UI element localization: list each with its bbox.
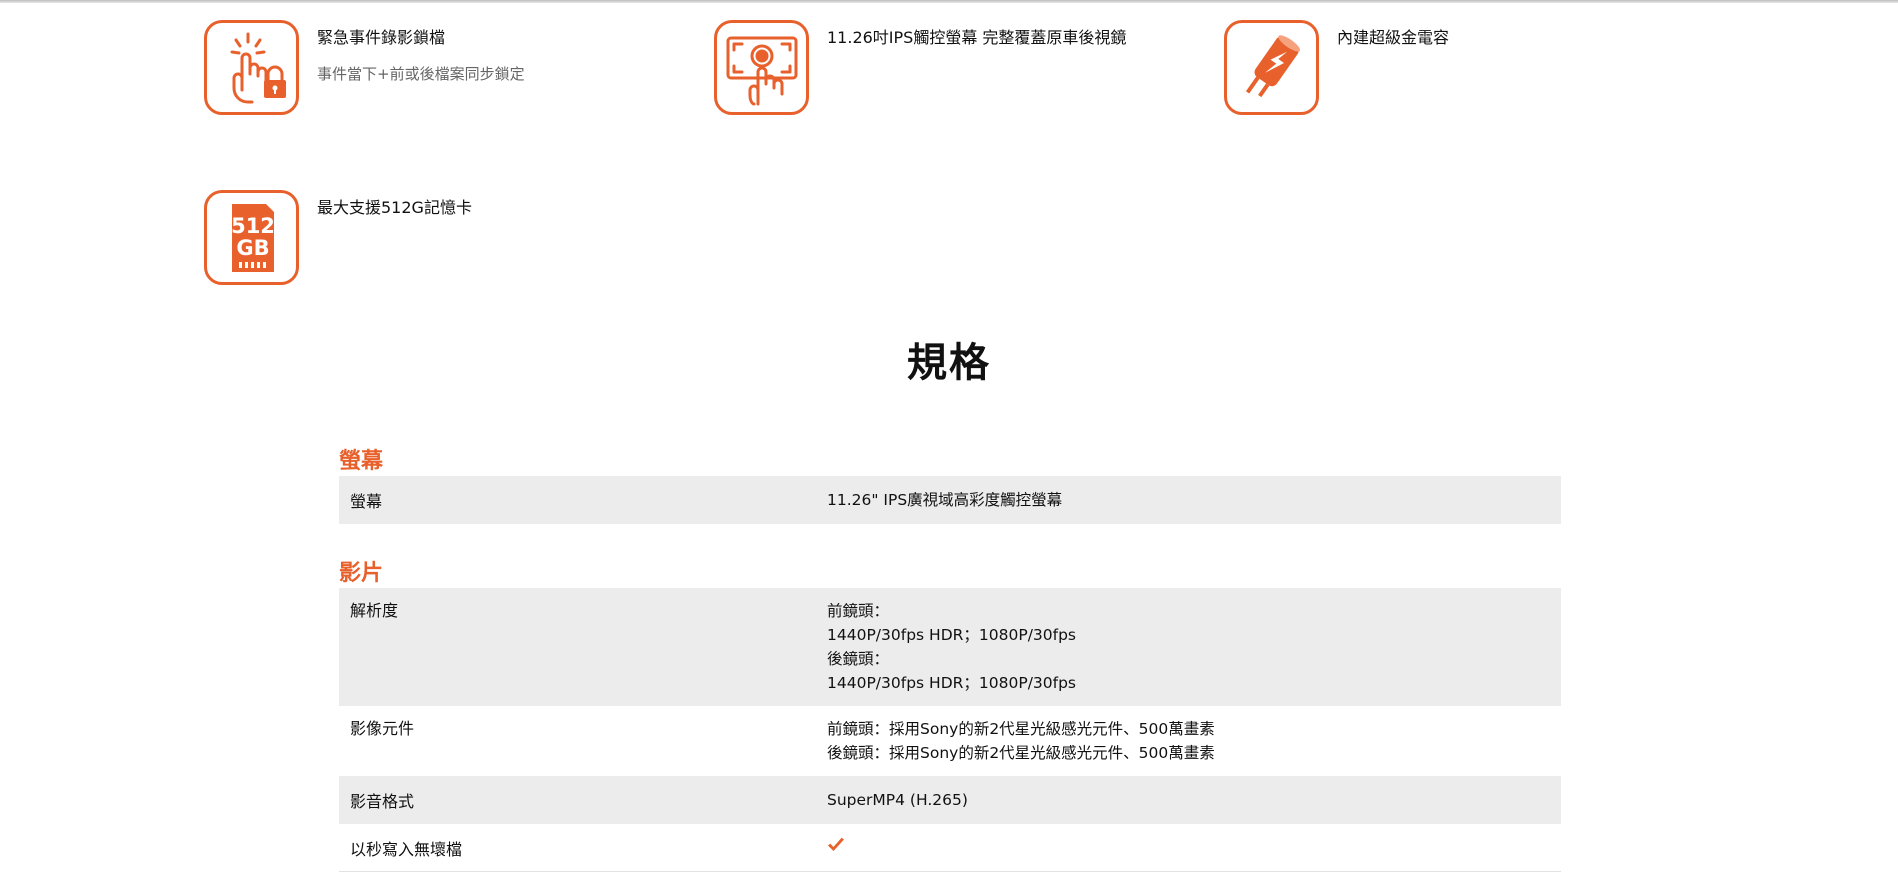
feature-title: 11.26吋IPS觸控螢幕 完整覆蓋原車後視鏡 [827, 28, 1127, 47]
icon-text-gb: GB [236, 236, 269, 260]
section-title-screen: 螢幕 [339, 449, 384, 474]
spec-value: 11.26" IPS廣視域高彩度觸控螢幕 [827, 488, 1561, 512]
check-icon [828, 837, 844, 851]
spec-value-line: 後鏡頭：採用Sony的新2代星光級感光元件、500萬畫素 [827, 744, 1215, 762]
spec-heading: 規格 [907, 340, 991, 386]
spec-value [827, 836, 1561, 860]
spec-value-line: SuperMP4 (H.265) [827, 791, 968, 809]
icon-text-512: 512 [231, 214, 275, 238]
spec-value-line: 1440P/30fps HDR；1080P/30fps [827, 674, 1077, 692]
spec-key: 螢幕 [350, 492, 383, 511]
spec-value-line: 前鏡頭：採用Sony的新2代星光級感光元件、500萬畫素 [827, 720, 1215, 738]
spec-value-line: 11.26" IPS廣視域高彩度觸控螢幕 [827, 491, 1063, 509]
feature-supercapacitor: 內建超級金電容 [1224, 20, 1449, 115]
supercapacitor-icon [1224, 20, 1319, 115]
top-divider [0, 0, 1898, 3]
feature-title: 最大支援512G記憶卡 [317, 198, 472, 217]
spec-key: 以秒寫入無壞檔 [350, 839, 463, 859]
feature-title: 緊急事件錄影鎖檔 [317, 28, 446, 47]
feature-event-lock: 緊急事件錄影鎖檔 事件當下+前或後檔案同步鎖定 [204, 20, 525, 115]
spec-value-line: 前鏡頭： [827, 602, 890, 620]
spec-value-line: 1440P/30fps HDR；1080P/30fps [827, 626, 1077, 644]
spec-value: SuperMP4 (H.265) [827, 788, 1561, 812]
spec-table-screen: 螢幕 11.26" IPS廣視域高彩度觸控螢幕 [339, 476, 1561, 524]
spec-key: 影音格式 [350, 792, 415, 811]
feature-touchscreen: 11.26吋IPS觸控螢幕 完整覆蓋原車後視鏡 [714, 20, 1126, 115]
touchscreen-icon [714, 20, 809, 115]
spec-value-line: 後鏡頭： [827, 650, 890, 668]
spec-value: 前鏡頭：採用Sony的新2代星光級感光元件、500萬畫素 後鏡頭：採用Sony的… [827, 717, 1561, 776]
table-row: 影音格式 SuperMP4 (H.265) [339, 776, 1561, 824]
spec-table-video: 解析度 前鏡頭： 1440P/30fps HDR；1080P/30fps 後鏡頭… [339, 588, 1561, 872]
table-row: 影像元件 前鏡頭：採用Sony的新2代星光級感光元件、500萬畫素 後鏡頭：採用… [339, 706, 1561, 776]
spec-key: 影像元件 [350, 719, 415, 738]
spec-key: 解析度 [350, 601, 399, 620]
feature-subtitle: 事件當下+前或後檔案同步鎖定 [317, 65, 525, 83]
section-title-video: 影片 [339, 561, 384, 586]
feature-title: 內建超級金電容 [1337, 28, 1450, 47]
sd-card-512gb-icon: 512 GB [204, 190, 299, 285]
table-row: 螢幕 11.26" IPS廣視域高彩度觸控螢幕 [339, 476, 1561, 524]
touch-lock-icon [204, 20, 299, 115]
feature-memory-card: 512 GB 最大支援512G記憶卡 [204, 190, 472, 285]
table-row: 解析度 前鏡頭： 1440P/30fps HDR；1080P/30fps 後鏡頭… [339, 588, 1561, 706]
table-row: 以秒寫入無壞檔 [339, 824, 1561, 872]
spec-value: 前鏡頭： 1440P/30fps HDR；1080P/30fps 後鏡頭： 14… [827, 599, 1561, 706]
